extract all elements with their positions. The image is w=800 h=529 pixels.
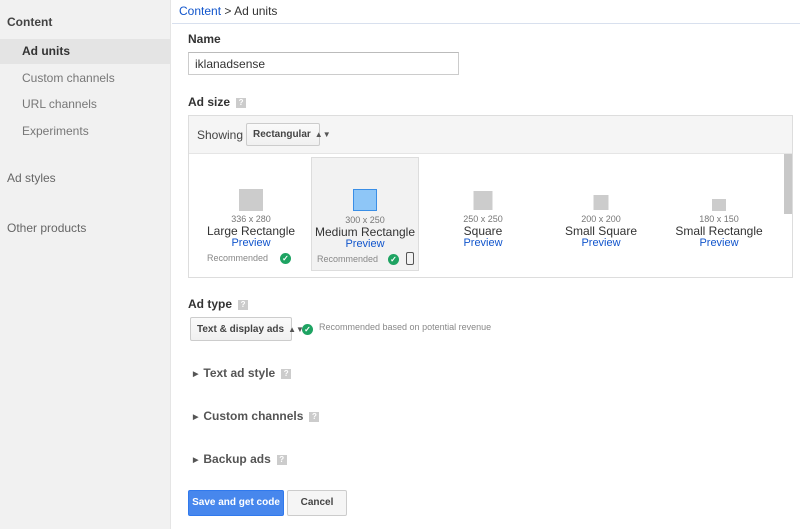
size-preview-link[interactable]: Preview bbox=[547, 237, 655, 249]
size-name: Small Square bbox=[564, 224, 638, 238]
help-icon[interactable]: ? bbox=[309, 412, 320, 422]
size-type-select-value: Rectangular bbox=[253, 129, 311, 140]
size-dimensions: 300 x 250 bbox=[345, 215, 385, 225]
section-text-ad-style-label: Text ad style bbox=[203, 366, 276, 380]
check-icon: ✓ bbox=[302, 324, 313, 335]
breadcrumb-current: Ad units bbox=[234, 4, 278, 18]
size-preview-link[interactable]: Preview bbox=[312, 238, 418, 250]
sidebar-item-experiments[interactable]: Experiments bbox=[22, 124, 89, 138]
sidebar-section-other-products[interactable]: Other products bbox=[7, 221, 86, 235]
help-icon[interactable]: ? bbox=[281, 369, 292, 379]
size-type-select[interactable]: Rectangular ▲▼ bbox=[246, 123, 331, 146]
ad-type-recommendation: ✓ Recommended based on potential revenue bbox=[302, 322, 491, 335]
ad-type-select[interactable]: Text & display ads ▲▼ bbox=[190, 317, 304, 341]
section-backup-ads[interactable]: ▶ Backup ads? bbox=[193, 452, 287, 466]
sidebar-section-ad-styles[interactable]: Ad styles bbox=[7, 171, 56, 185]
section-text-ad-style[interactable]: ▶ Text ad style? bbox=[193, 366, 292, 380]
sidebar-item-custom-channels[interactable]: Custom channels bbox=[22, 71, 115, 85]
size-name: Large Rectangle bbox=[206, 224, 296, 238]
ad-size-label-text: Ad size bbox=[188, 95, 231, 109]
size-thumbnail bbox=[353, 189, 377, 211]
size-preview-link[interactable]: Preview bbox=[665, 237, 773, 249]
cancel-button[interactable]: Cancel bbox=[287, 490, 347, 516]
size-name: Square bbox=[463, 224, 503, 238]
size-preview-link[interactable]: Preview bbox=[429, 237, 537, 249]
name-label: Name bbox=[188, 32, 221, 46]
check-icon: ✓ bbox=[388, 254, 399, 265]
size-dimensions: 336 x 280 bbox=[231, 214, 271, 224]
sidebar-item-ad-units[interactable]: Ad units bbox=[22, 44, 70, 58]
size-dimensions: 200 x 200 bbox=[581, 214, 621, 224]
ad-type-label-text: Ad type bbox=[188, 297, 233, 311]
size-dimensions: 180 x 150 bbox=[699, 214, 739, 224]
ad-size-filter-bar: Showing Rectangular ▲▼ bbox=[189, 116, 792, 154]
size-card-square[interactable]: 250 x 250 Square Preview bbox=[429, 157, 537, 271]
size-card-small-square[interactable]: 200 x 200 Small Square Preview bbox=[547, 157, 655, 271]
select-arrows-icon: ▲▼ bbox=[314, 130, 331, 139]
ad-type-recommendation-text: Recommended based on potential revenue bbox=[319, 322, 492, 332]
sidebar-section-content[interactable]: Content bbox=[7, 15, 52, 29]
check-icon: ✓ bbox=[280, 253, 291, 264]
size-thumbnail bbox=[239, 189, 263, 211]
size-card-medium-rectangle[interactable]: 300 x 250 Medium Rectangle Preview Recom… bbox=[311, 157, 419, 271]
size-thumbnail bbox=[593, 195, 609, 210]
size-card-large-rectangle[interactable]: 336 x 280 Large Rectangle Preview Recomm… bbox=[197, 157, 305, 271]
save-and-get-code-button[interactable]: Save and get code bbox=[188, 490, 284, 516]
chevron-right-icon: ▶ bbox=[193, 414, 199, 421]
sidebar: Content Ad units Custom channels URL cha… bbox=[0, 0, 171, 529]
size-card-small-rectangle[interactable]: 180 x 150 Small Rectangle Preview bbox=[665, 157, 773, 271]
chevron-right-icon: ▶ bbox=[193, 457, 199, 464]
breadcrumb-root-link[interactable]: Content bbox=[179, 4, 221, 18]
recommended-text: Recommended bbox=[317, 254, 379, 264]
mobile-phone-icon bbox=[406, 252, 414, 265]
name-input[interactable] bbox=[188, 52, 459, 75]
chevron-right-icon: ▶ bbox=[193, 371, 199, 378]
help-icon[interactable]: ? bbox=[236, 98, 247, 108]
section-custom-channels[interactable]: ▶ Custom channels? bbox=[193, 409, 320, 423]
size-name: Medium Rectangle bbox=[314, 225, 416, 239]
size-preview-link[interactable]: Preview bbox=[197, 237, 305, 249]
section-backup-ads-label: Backup ads bbox=[203, 452, 271, 466]
recommended-text: Recommended bbox=[207, 253, 269, 263]
ad-type-label: Ad type? bbox=[188, 297, 249, 311]
section-custom-channels-label: Custom channels bbox=[203, 409, 304, 423]
breadcrumb: Content > Ad units bbox=[179, 4, 277, 18]
breadcrumb-divider bbox=[172, 23, 800, 24]
ad-type-select-value: Text & display ads bbox=[197, 324, 285, 335]
size-thumbnail bbox=[712, 199, 726, 211]
help-icon[interactable]: ? bbox=[238, 300, 249, 310]
sidebar-item-url-channels[interactable]: URL channels bbox=[22, 97, 97, 111]
ad-size-panel: Showing Rectangular ▲▼ 336 x 280 Large Re… bbox=[188, 115, 793, 278]
size-thumbnail bbox=[473, 191, 493, 210]
breadcrumb-separator: > bbox=[224, 4, 232, 18]
ad-size-label: Ad size? bbox=[188, 95, 247, 109]
size-list-scrollbar[interactable] bbox=[784, 154, 792, 214]
showing-label: Showing bbox=[197, 128, 244, 142]
size-name: Small Rectangle bbox=[675, 224, 763, 238]
size-dimensions: 250 x 250 bbox=[463, 214, 503, 224]
help-icon[interactable]: ? bbox=[276, 455, 287, 465]
